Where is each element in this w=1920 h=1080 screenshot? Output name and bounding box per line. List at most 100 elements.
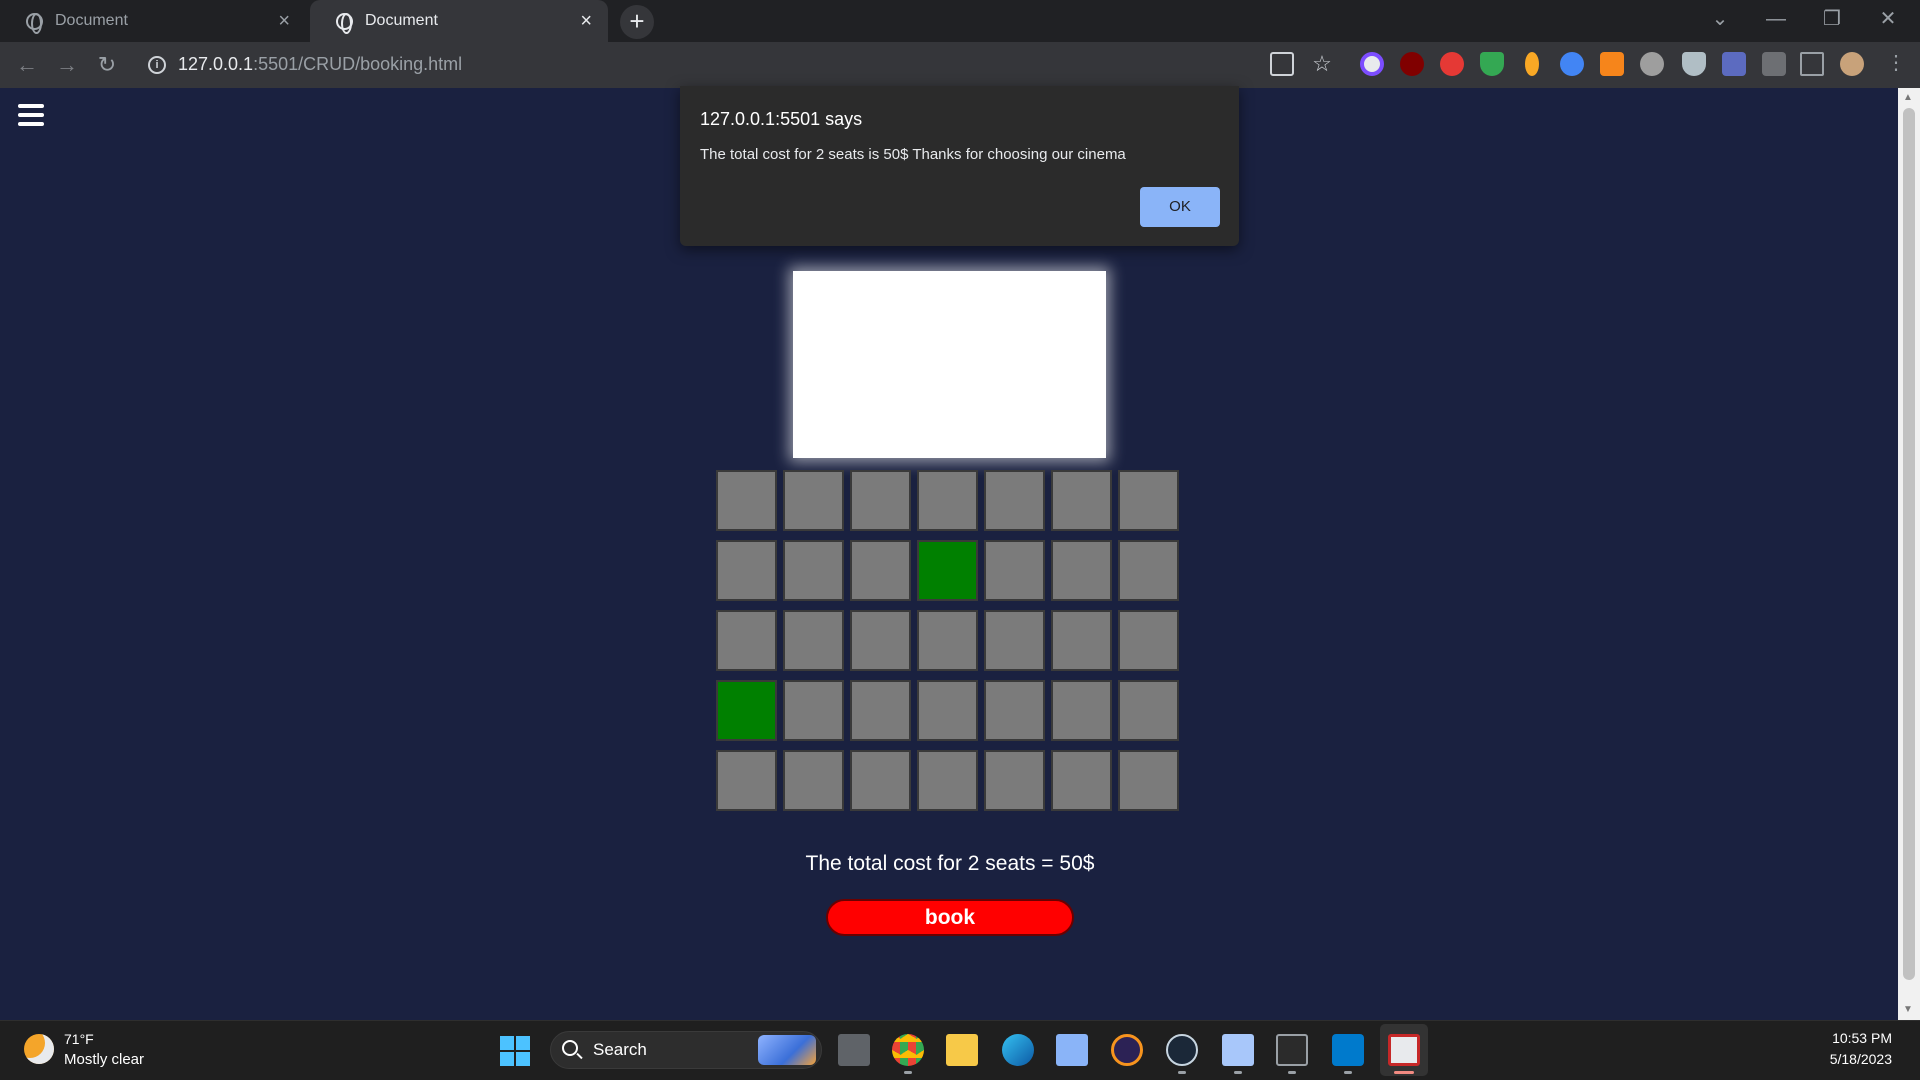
seat[interactable] bbox=[917, 750, 978, 811]
seat-selected[interactable] bbox=[716, 680, 777, 741]
seat[interactable] bbox=[1118, 610, 1179, 671]
address-bar[interactable]: 127.0.0.1:5501/CRUD/booking.html bbox=[178, 54, 462, 75]
seat[interactable] bbox=[1118, 750, 1179, 811]
seat[interactable] bbox=[984, 470, 1045, 531]
file-explorer-icon[interactable] bbox=[946, 1034, 978, 1066]
running-indicator bbox=[904, 1071, 912, 1074]
puzzle-icon[interactable] bbox=[1762, 52, 1786, 76]
alert-ok-button[interactable]: OK bbox=[1140, 187, 1220, 227]
shield-green-extension-icon[interactable] bbox=[1480, 52, 1504, 76]
alert-origin: 127.0.0.1:5501 says bbox=[700, 109, 863, 129]
windows-start-icon[interactable] bbox=[500, 1036, 530, 1066]
seat[interactable] bbox=[917, 610, 978, 671]
clock-time[interactable]: 10:53 PM bbox=[1790, 1030, 1892, 1046]
photos-icon[interactable] bbox=[1056, 1034, 1088, 1066]
seat[interactable] bbox=[850, 540, 911, 601]
seat[interactable] bbox=[783, 540, 844, 601]
task-view-icon[interactable] bbox=[838, 1034, 870, 1066]
seat[interactable] bbox=[850, 470, 911, 531]
seat[interactable] bbox=[850, 680, 911, 741]
snipping-tool-icon[interactable] bbox=[1388, 1034, 1420, 1066]
seat[interactable] bbox=[1051, 470, 1112, 531]
seat[interactable] bbox=[984, 610, 1045, 671]
seat[interactable] bbox=[1051, 540, 1112, 601]
clock-date[interactable]: 5/18/2023 bbox=[1790, 1051, 1892, 1067]
blocker-extension-icon[interactable] bbox=[1360, 52, 1384, 76]
close-icon[interactable]: × bbox=[580, 11, 592, 31]
chrome-icon[interactable] bbox=[892, 1034, 924, 1066]
seat[interactable] bbox=[716, 540, 777, 601]
edge-icon[interactable] bbox=[1002, 1034, 1034, 1066]
weather-moon-icon[interactable] bbox=[24, 1034, 54, 1064]
seat[interactable] bbox=[1051, 680, 1112, 741]
seat[interactable] bbox=[1051, 610, 1112, 671]
site-info-icon[interactable]: i bbox=[148, 56, 166, 74]
steam-icon[interactable] bbox=[1166, 1034, 1198, 1066]
seat[interactable] bbox=[1118, 470, 1179, 531]
minimize-button[interactable]: — bbox=[1748, 0, 1804, 38]
restore-button[interactable]: ❐ bbox=[1804, 0, 1860, 38]
translate-extension-icon[interactable] bbox=[1560, 52, 1584, 76]
seat[interactable] bbox=[984, 540, 1045, 601]
proxy-extension-icon[interactable] bbox=[1640, 52, 1664, 76]
seat[interactable] bbox=[716, 610, 777, 671]
seat-selected[interactable] bbox=[917, 540, 978, 601]
running-indicator bbox=[1288, 1071, 1296, 1074]
reload-icon[interactable]: ↻ bbox=[92, 50, 122, 80]
vscode-icon[interactable] bbox=[1332, 1034, 1364, 1066]
profile-avatar[interactable] bbox=[1840, 52, 1864, 76]
forward-arrow-icon[interactable]: → bbox=[52, 50, 82, 80]
seat[interactable] bbox=[1118, 680, 1179, 741]
back-arrow-icon[interactable]: ← bbox=[12, 50, 42, 80]
seat[interactable] bbox=[917, 680, 978, 741]
abp-extension-icon[interactable] bbox=[1440, 52, 1464, 76]
scroll-up-arrow-icon[interactable]: ▲ bbox=[1903, 92, 1913, 103]
tab-document-active[interactable]: Document × bbox=[310, 0, 608, 42]
total-cost-text: The total cost for 2 seats = 50$ bbox=[805, 852, 1095, 875]
cinema-screen bbox=[793, 271, 1106, 458]
tab-document-inactive[interactable]: Document × bbox=[0, 0, 306, 42]
seat[interactable] bbox=[783, 680, 844, 741]
scroll-down-arrow-icon[interactable]: ▼ bbox=[1903, 1004, 1913, 1015]
url-host: 127.0.0.1 bbox=[178, 54, 254, 74]
notepad-icon[interactable] bbox=[1222, 1034, 1254, 1066]
seat[interactable] bbox=[984, 750, 1045, 811]
book-button[interactable]: book bbox=[826, 899, 1074, 936]
tab-search-chevron-icon[interactable]: ⌄ bbox=[1692, 0, 1748, 38]
seat[interactable] bbox=[716, 750, 777, 811]
terminal-icon[interactable] bbox=[1276, 1034, 1308, 1066]
dropper-extension-icon[interactable] bbox=[1525, 52, 1539, 76]
start-tile bbox=[516, 1036, 530, 1050]
seat[interactable] bbox=[783, 610, 844, 671]
weather-temperature[interactable]: 71°F bbox=[64, 1031, 94, 1047]
running-indicator bbox=[1394, 1071, 1414, 1074]
metamask-extension-icon[interactable] bbox=[1600, 52, 1624, 76]
ublock-extension-icon[interactable] bbox=[1400, 52, 1424, 76]
seat[interactable] bbox=[783, 470, 844, 531]
hamburger-bar bbox=[18, 122, 44, 126]
sidepanel-icon[interactable] bbox=[1800, 52, 1824, 76]
star-icon[interactable]: ☆ bbox=[1310, 52, 1334, 76]
taskbar-search-label: Search bbox=[593, 1040, 647, 1059]
seat[interactable] bbox=[1118, 540, 1179, 601]
eclipse-icon[interactable] bbox=[1111, 1034, 1143, 1066]
weather-description[interactable]: Mostly clear bbox=[64, 1051, 144, 1068]
seat[interactable] bbox=[850, 610, 911, 671]
hamburger-icon[interactable] bbox=[18, 104, 44, 126]
scrollbar-thumb[interactable] bbox=[1903, 108, 1915, 980]
seat[interactable] bbox=[716, 470, 777, 531]
new-tab-button[interactable]: + bbox=[620, 5, 654, 39]
seat[interactable] bbox=[783, 750, 844, 811]
seat[interactable] bbox=[1051, 750, 1112, 811]
close-window-button[interactable]: ✕ bbox=[1860, 0, 1916, 38]
share-icon[interactable] bbox=[1270, 52, 1294, 76]
close-icon[interactable]: × bbox=[278, 11, 290, 31]
seat[interactable] bbox=[984, 680, 1045, 741]
kebab-menu-icon[interactable]: ⋮ bbox=[1886, 52, 1906, 76]
seat[interactable] bbox=[850, 750, 911, 811]
tool-extension-icon[interactable] bbox=[1722, 52, 1746, 76]
globe-icon bbox=[26, 12, 43, 34]
seat[interactable] bbox=[917, 470, 978, 531]
search-highlight-icon[interactable] bbox=[758, 1035, 816, 1065]
privacy-shield-extension-icon[interactable] bbox=[1682, 52, 1706, 76]
